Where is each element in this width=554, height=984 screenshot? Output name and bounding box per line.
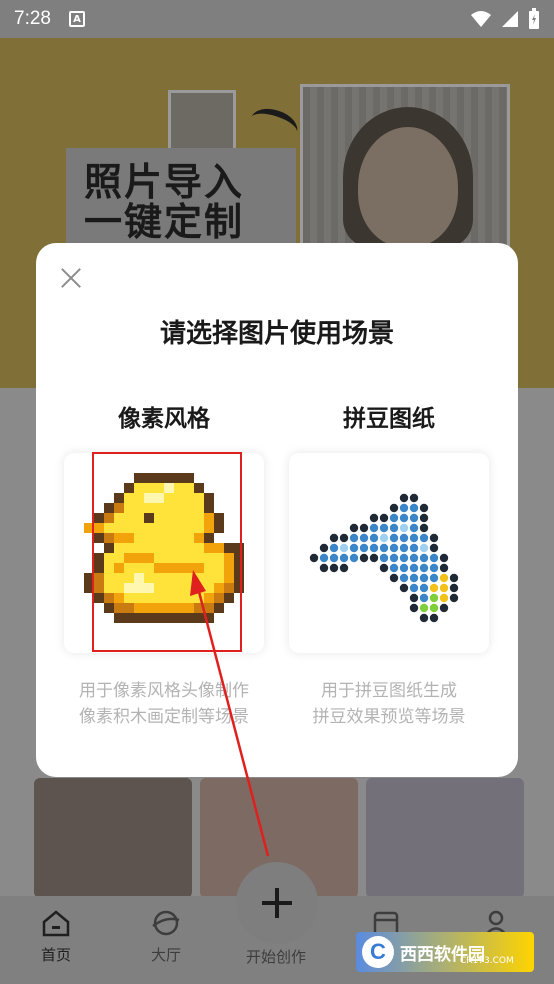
planet-icon — [152, 910, 180, 936]
banner-title-line1: 照片导入 — [84, 160, 245, 204]
nav-hall-label: 大厅 — [150, 946, 181, 964]
option-pixel-desc: 用于像素风格头像制作 像素积木画定制等场景 — [48, 679, 280, 730]
option-pixel-title: 像素风格 — [118, 406, 210, 432]
status-icons — [470, 8, 540, 30]
create-button[interactable] — [236, 862, 318, 944]
banner-title: 照片导入 一键定制 — [84, 160, 245, 244]
notification-icon: A — [68, 11, 85, 27]
close-button[interactable] — [58, 265, 84, 291]
dialog-title: 请选择图片使用场景 — [159, 319, 394, 349]
plus-icon — [262, 888, 292, 918]
bead-bird-icon — [309, 493, 459, 623]
option-bead-card[interactable] — [289, 453, 489, 653]
highlight-box — [92, 452, 242, 652]
artwork-card — [34, 778, 192, 898]
signal-icon — [502, 11, 518, 27]
wifi-icon — [471, 11, 491, 27]
home-icon — [42, 910, 70, 937]
option-bead-desc-line2: 拼豆效果预览等场景 — [312, 706, 466, 727]
option-pixel-desc-line2: 像素积木画定制等场景 — [79, 706, 249, 727]
nav-create-label: 开始创作 — [245, 948, 306, 966]
watermark-sub: CR173.COM — [460, 956, 514, 966]
option-bead-desc: 用于拼豆图纸生成 拼豆效果预览等场景 — [273, 679, 505, 730]
battery-icon — [529, 8, 539, 29]
site-watermark: C 西西软件园 CR173.COM — [356, 932, 534, 972]
nav-home[interactable]: 首页 — [16, 908, 96, 965]
status-time: 7:28 — [14, 8, 51, 29]
status-bar: 7:28 A — [0, 0, 554, 38]
option-pixel-desc-line1: 用于像素风格头像制作 — [79, 681, 249, 701]
nav-hall[interactable]: 大厅 — [126, 908, 206, 965]
banner-arrow-icon — [246, 103, 302, 147]
watermark-logo: C — [362, 936, 394, 968]
option-bead-title: 拼豆图纸 — [343, 406, 435, 432]
option-bead-desc-line1: 用于拼豆图纸生成 — [321, 681, 457, 701]
artwork-card — [366, 778, 524, 898]
nav-home-label: 首页 — [40, 946, 71, 964]
banner-title-line2: 一键定制 — [84, 199, 245, 244]
